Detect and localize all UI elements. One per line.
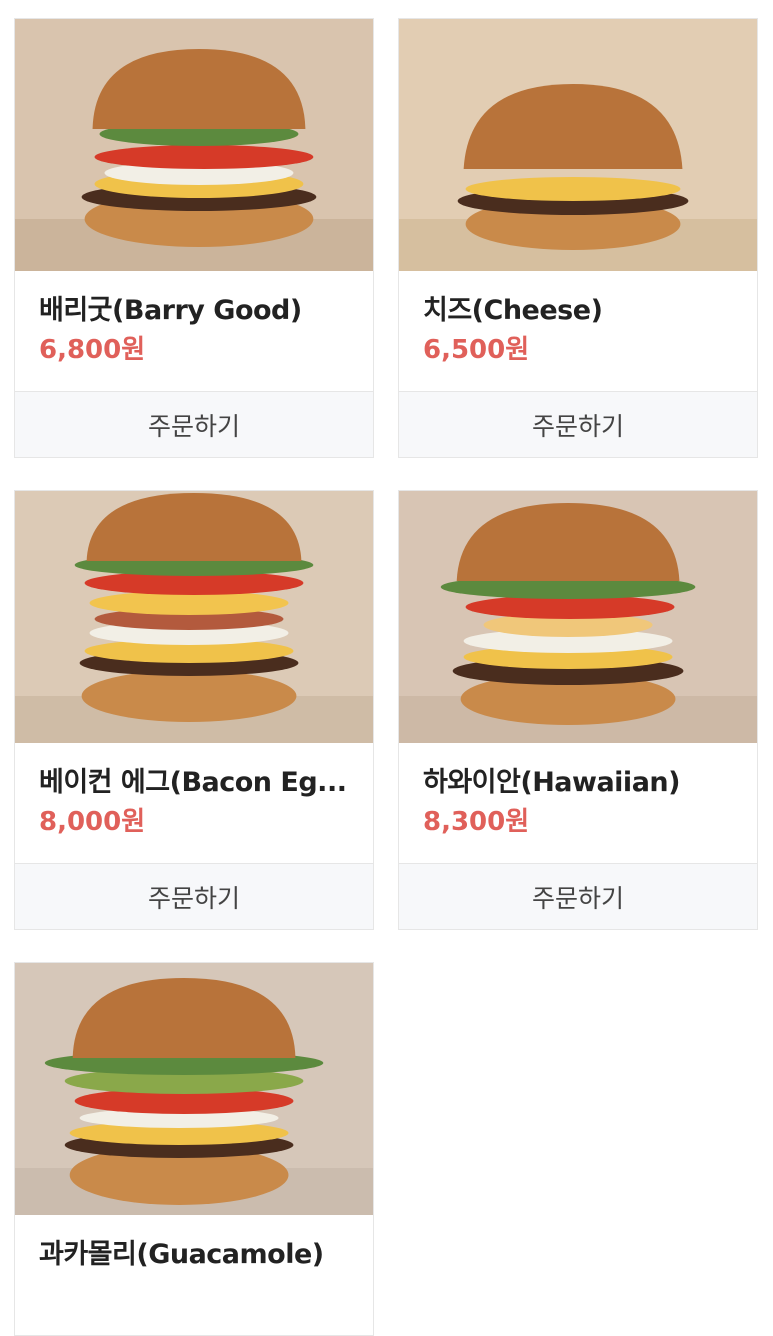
- menu-item-price: 6,500원: [423, 335, 530, 365]
- barry-good-burger-photo: [15, 19, 373, 271]
- menu-card-guacamole[interactable]: 과카몰리(Guacamole): [14, 962, 374, 1336]
- menu-item-price: 6,800원: [39, 335, 146, 365]
- menu-card-info: 배리굿(Barry Good) 6,800원: [15, 271, 373, 391]
- menu-card-bacon-egg[interactable]: 베이컨 에그(Bacon Eg... 8,000원 주문하기: [14, 490, 374, 930]
- cheese-burger-photo: [399, 19, 757, 271]
- menu-card-info: 하와이안(Hawaiian) 8,300원: [399, 743, 757, 863]
- menu-card-hawaiian[interactable]: 하와이안(Hawaiian) 8,300원 주문하기: [398, 490, 758, 930]
- menu-item-name: 배리굿(Barry Good): [39, 295, 302, 326]
- order-button[interactable]: 주문하기: [15, 863, 373, 929]
- menu-card-info: 베이컨 에그(Bacon Eg... 8,000원: [15, 743, 373, 863]
- order-button[interactable]: 주문하기: [399, 863, 757, 929]
- menu-item-name: 과카몰리(Guacamole): [39, 1239, 324, 1270]
- menu-card-cheese[interactable]: 치즈(Cheese) 6,500원 주문하기: [398, 18, 758, 458]
- order-button[interactable]: 주문하기: [15, 391, 373, 457]
- menu-card-info: 치즈(Cheese) 6,500원: [399, 271, 757, 391]
- menu-grid: 배리굿(Barry Good) 6,800원 주문하기 치즈(Cheese) 6…: [0, 0, 773, 1336]
- menu-item-name: 하와이안(Hawaiian): [423, 767, 680, 798]
- menu-item-price: 8,000원: [39, 807, 146, 837]
- menu-item-name: 치즈(Cheese): [423, 295, 603, 326]
- menu-card-info: 과카몰리(Guacamole): [15, 1215, 373, 1335]
- guacamole-burger-photo: [15, 963, 373, 1215]
- menu-item-name: 베이컨 에그(Bacon Eg...: [39, 767, 347, 798]
- hawaiian-burger-photo: [399, 491, 757, 743]
- order-button[interactable]: 주문하기: [399, 391, 757, 457]
- menu-card-barry-good[interactable]: 배리굿(Barry Good) 6,800원 주문하기: [14, 18, 374, 458]
- bacon-egg-burger-photo: [15, 491, 373, 743]
- menu-item-price: 8,300원: [423, 807, 530, 837]
